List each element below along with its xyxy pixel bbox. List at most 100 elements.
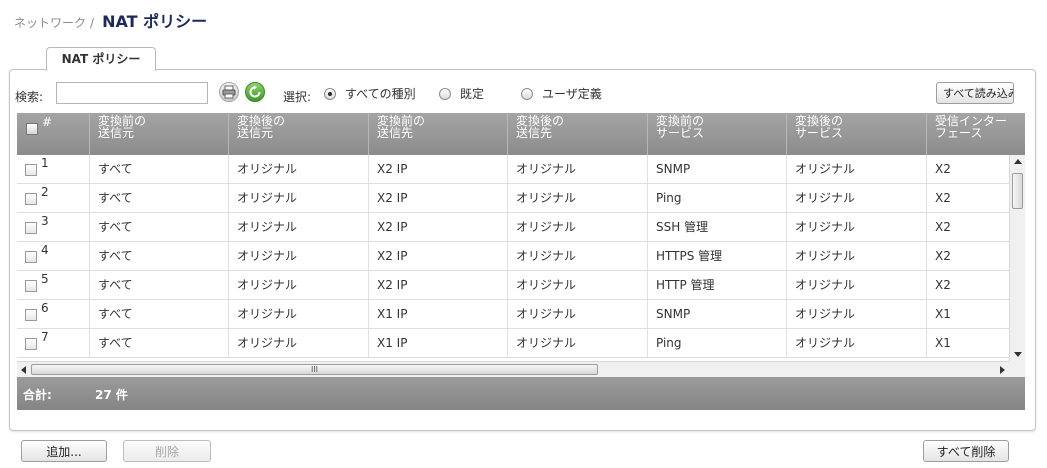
header-original-source[interactable]: 変換前の 送信元 <box>89 113 228 155</box>
print-icon <box>222 85 236 99</box>
header-translated-service[interactable]: 変換後の サービス <box>786 113 926 155</box>
cell-translated-service: オリジナル <box>786 329 926 358</box>
radio-default-label: 既定 <box>460 87 485 101</box>
cell-translated-service: オリジナル <box>786 271 926 300</box>
search-input[interactable] <box>56 82 208 104</box>
row-select-cell: 5 <box>17 271 89 300</box>
cell-translated-destination: オリジナル <box>507 184 647 213</box>
horizontal-scroll-thumb[interactable]: III <box>31 364 598 375</box>
select-label: 選択: <box>283 90 312 104</box>
row-checkbox[interactable] <box>25 193 37 205</box>
search-label: 検索: <box>15 90 44 104</box>
cell-translated-source: オリジナル <box>228 329 368 358</box>
row-select-cell: 3 <box>17 213 89 242</box>
select-all-checkbox[interactable] <box>26 123 38 135</box>
row-checkbox[interactable] <box>25 164 37 176</box>
scroll-up-arrow-icon[interactable] <box>1014 159 1022 164</box>
print-button[interactable] <box>219 82 239 102</box>
cell-translated-source: オリジナル <box>228 184 368 213</box>
refresh-icon <box>249 85 261 98</box>
radio-user-defined-label: ユーザ定義 <box>542 87 602 101</box>
cell-inbound-interface: X2 <box>926 184 1009 213</box>
row-select-cell: 1 <box>17 155 89 184</box>
cell-original-destination: X2 IP <box>368 271 507 300</box>
cell-original-service: SNMP <box>647 300 786 329</box>
cell-inbound-interface: X1 <box>926 300 1009 329</box>
cell-translated-destination: オリジナル <box>507 213 647 242</box>
cell-original-source: すべて <box>89 213 228 242</box>
radio-all-types-button[interactable] <box>324 87 336 100</box>
header-translated-destination[interactable]: 変換後の 送信先 <box>507 113 647 155</box>
cell-original-source: すべて <box>89 155 228 184</box>
row-number: 5 <box>41 272 49 286</box>
row-checkbox[interactable] <box>25 338 37 350</box>
cell-original-source: すべて <box>89 300 228 329</box>
table-body: 1 すべて オリジナル X2 IP オリジナル SNMP オリジナル X2 2 … <box>17 155 1009 361</box>
header-original-destination[interactable]: 変換前の 送信先 <box>368 113 507 155</box>
cell-translated-source: オリジナル <box>228 242 368 271</box>
row-number: 1 <box>41 156 49 170</box>
horizontal-scrollbar[interactable]: III <box>17 361 1009 377</box>
header-original-service[interactable]: 変換前の サービス <box>647 113 786 155</box>
scroll-grip: III <box>310 365 319 374</box>
cell-original-destination: X2 IP <box>368 155 507 184</box>
cell-original-service: HTTP 管理 <box>647 271 786 300</box>
scroll-down-arrow-icon[interactable] <box>1014 352 1022 357</box>
cell-original-destination: X1 IP <box>368 329 507 358</box>
toolbar: 検索: 選択: すべての種別 既定 ユーザ定義 <box>15 82 1015 108</box>
vertical-scroll-thumb[interactable] <box>1012 173 1023 209</box>
cell-inbound-interface: X2 <box>926 213 1009 242</box>
radio-user-defined-button[interactable] <box>521 87 533 100</box>
table-row[interactable]: 2 すべて オリジナル X2 IP オリジナル Ping オリジナル X2 <box>17 184 1009 213</box>
row-select-cell: 4 <box>17 242 89 271</box>
cell-translated-service: オリジナル <box>786 155 926 184</box>
cell-translated-destination: オリジナル <box>507 329 647 358</box>
cell-inbound-interface: X2 <box>926 271 1009 300</box>
read-all-button[interactable]: すべて読み込み <box>936 82 1014 104</box>
scroll-left-arrow-icon[interactable] <box>21 366 26 374</box>
add-button[interactable]: 追加... <box>21 440 107 462</box>
table-row[interactable]: 6 すべて オリジナル X1 IP オリジナル SNMP オリジナル X1 <box>17 300 1009 329</box>
radio-user-defined[interactable]: ユーザ定義 <box>521 85 602 102</box>
vertical-scrollbar[interactable] <box>1009 155 1025 361</box>
table-row[interactable]: 5 すべて オリジナル X2 IP オリジナル HTTP 管理 オリジナル X2 <box>17 271 1009 300</box>
table-row[interactable]: 7 すべて オリジナル X1 IP オリジナル Ping オリジナル X1 <box>17 329 1009 358</box>
cell-original-destination: X1 IP <box>368 300 507 329</box>
cell-translated-source: オリジナル <box>228 271 368 300</box>
row-checkbox[interactable] <box>25 309 37 321</box>
row-number: 7 <box>41 330 49 344</box>
header-select-all: # <box>17 113 89 155</box>
table-row[interactable]: 3 すべて オリジナル X2 IP オリジナル SSH 管理 オリジナル X2 <box>17 213 1009 242</box>
tab-nat-policy[interactable]: NAT ポリシー <box>46 47 156 71</box>
radio-all-types[interactable]: すべての種別 <box>324 85 416 102</box>
radio-default-button[interactable] <box>439 87 451 100</box>
header-translated-source[interactable]: 変換後の 送信元 <box>228 113 368 155</box>
scroll-right-arrow-icon[interactable] <box>1000 366 1005 374</box>
cell-original-service: SNMP <box>647 155 786 184</box>
breadcrumb: ネットワーク / NAT ポリシー <box>14 8 207 31</box>
row-checkbox[interactable] <box>25 222 37 234</box>
delete-all-button[interactable]: すべて削除 <box>923 440 1009 462</box>
cell-original-source: すべて <box>89 329 228 358</box>
cell-inbound-interface: X2 <box>926 155 1009 184</box>
row-checkbox[interactable] <box>25 251 37 263</box>
cell-original-service: Ping <box>647 329 786 358</box>
cell-translated-service: オリジナル <box>786 213 926 242</box>
table-header: # 変換前の 送信元 変換後の 送信元 変換前の 送信先 変換後の 送信先 変換… <box>17 113 1025 155</box>
radio-default[interactable]: 既定 <box>439 85 484 102</box>
breadcrumb-network-link[interactable]: ネットワーク <box>14 14 86 31</box>
row-select-cell: 7 <box>17 329 89 358</box>
total-label: 合計: <box>23 388 52 402</box>
cell-translated-source: オリジナル <box>228 213 368 242</box>
row-checkbox[interactable] <box>25 280 37 292</box>
cell-translated-service: オリジナル <box>786 242 926 271</box>
refresh-button[interactable] <box>245 82 265 102</box>
header-inbound-interface[interactable]: 受信インター フェース <box>926 113 1025 155</box>
cell-original-source: すべて <box>89 184 228 213</box>
radio-all-types-label: すべての種別 <box>345 87 416 101</box>
delete-button[interactable]: 削除 <box>123 440 211 462</box>
table-row[interactable]: 4 すべて オリジナル X2 IP オリジナル HTTPS 管理 オリジナル X… <box>17 242 1009 271</box>
table-row[interactable]: 1 すべて オリジナル X2 IP オリジナル SNMP オリジナル X2 <box>17 155 1009 184</box>
page-title: NAT ポリシー <box>102 12 208 31</box>
cell-original-destination: X2 IP <box>368 213 507 242</box>
